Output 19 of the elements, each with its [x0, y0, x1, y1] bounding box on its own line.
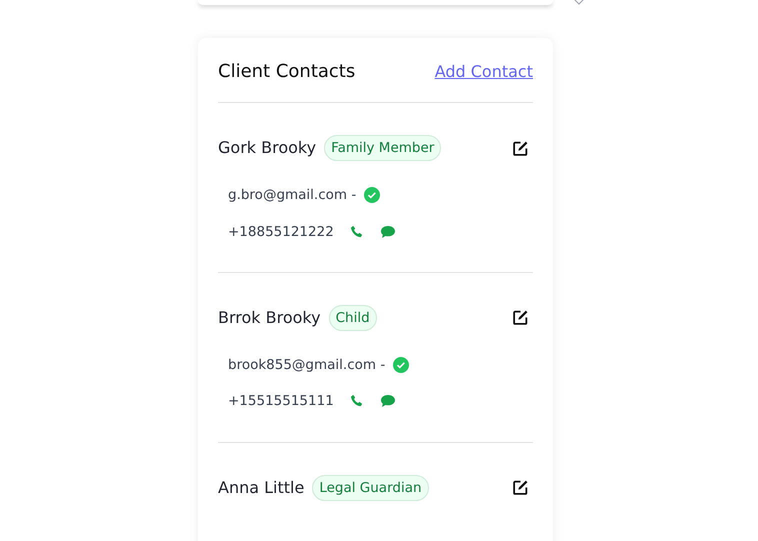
contact-name: Brrok Brooky: [218, 306, 321, 329]
card-title: Client Contacts: [218, 60, 356, 84]
contact-name: Gork Brooky: [218, 137, 316, 160]
relation-tag: Family Member: [324, 135, 442, 162]
chat-icon[interactable]: [380, 224, 396, 239]
edit-icon[interactable]: [512, 309, 529, 326]
chat-icon[interactable]: [380, 394, 396, 408]
contact-email: g.bro@gmail.com -: [228, 186, 356, 206]
add-contact-link[interactable]: Add Contact: [434, 60, 533, 84]
contact-phone: +15515515111: [228, 392, 334, 412]
relation-tag: Legal Guardian: [312, 474, 429, 501]
relation-tag: Child: [328, 304, 377, 331]
edit-icon[interactable]: [512, 479, 529, 496]
phone-icon[interactable]: [350, 394, 364, 408]
edit-icon[interactable]: [512, 140, 529, 157]
contact-email: brook855@gmail.com -: [228, 356, 386, 375]
contact-name: Anna Little: [218, 476, 304, 499]
contact-phone: +18855121222: [228, 222, 334, 242]
phone-icon[interactable]: [350, 224, 364, 239]
